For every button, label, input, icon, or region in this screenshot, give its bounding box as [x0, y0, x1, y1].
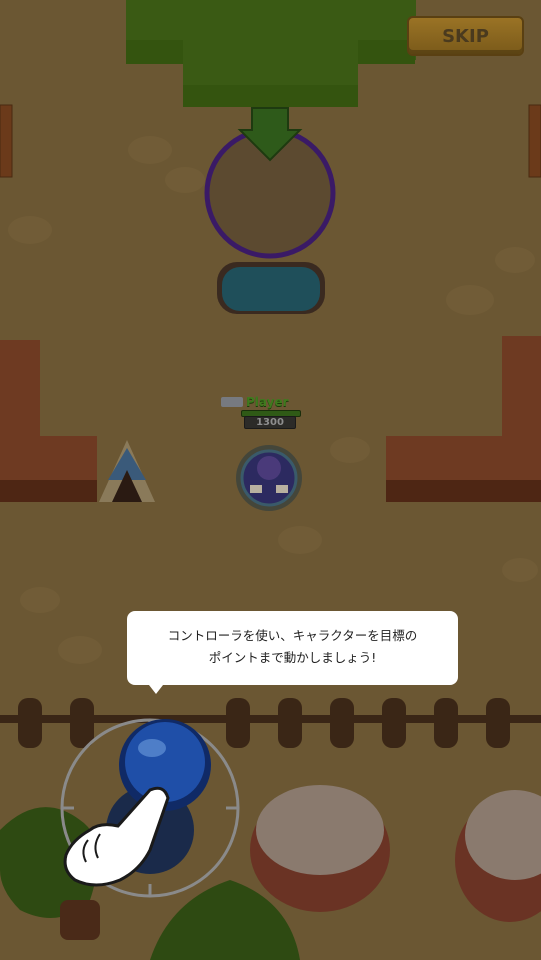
tutorial-tooltip: コントローラを使い、キャラクターを目標の ポイントまで動かしましょう! [127, 611, 458, 694]
player-hp-value: 1300 [244, 416, 296, 429]
tutorial-text-line2: ポイントまで動かしましょう! [208, 650, 377, 665]
player-name-label: Player [246, 395, 289, 409]
tutorial-text-line1: コントローラを使い、キャラクターを目標の [167, 628, 418, 643]
skip-button[interactable]: SKIP [407, 16, 524, 56]
game-scene [0, 0, 541, 960]
player-character [236, 445, 302, 511]
player-team-tag [221, 397, 243, 407]
